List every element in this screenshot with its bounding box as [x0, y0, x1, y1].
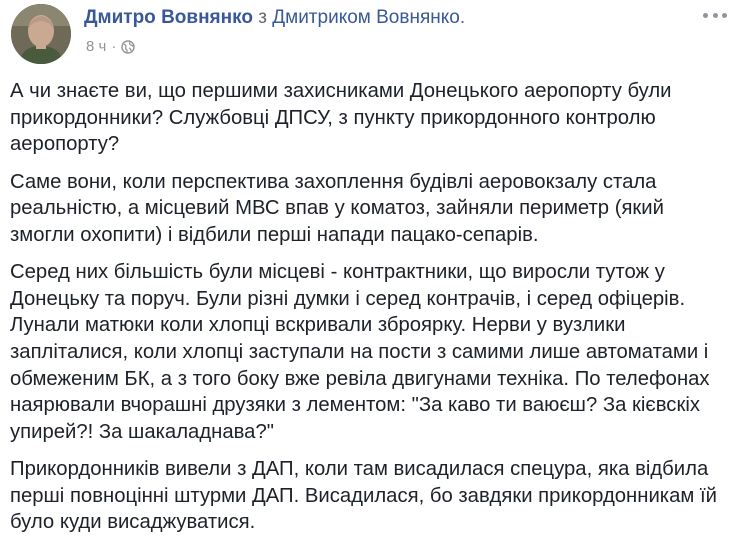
post-meta: 8 ч ·: [86, 37, 136, 57]
header-period: .: [459, 7, 466, 28]
meta-separator: ·: [111, 38, 117, 55]
avatar-photo: [11, 4, 71, 64]
more-options-icon[interactable]: [703, 8, 727, 22]
post-timestamp-link[interactable]: 8 ч: [86, 37, 106, 57]
with-label: з: [258, 7, 267, 28]
post-header: Дмитро Вовнянко з Дмитриком Вовнянко.: [84, 6, 465, 30]
post-body: А чи знаєте ви, що першими захисниками Д…: [10, 78, 728, 547]
post-paragraph: А чи знаєте ви, що першими захисниками Д…: [10, 80, 672, 156]
post-paragraph: Прикордонників вивели з ДАП, коли там ви…: [10, 458, 717, 534]
globe-icon[interactable]: [121, 40, 136, 54]
tagged-user-link[interactable]: Дмитриком Вовнянко: [272, 7, 460, 28]
author-avatar[interactable]: [11, 4, 71, 64]
author-name-link[interactable]: Дмитро Вовнянко: [84, 7, 253, 28]
post-paragraph: Серед них більшість були місцеві - контр…: [10, 261, 710, 443]
post-paragraph: Саме вони, коли перспектива захоплення б…: [10, 170, 664, 246]
facebook-post: Дмитро Вовнянко з Дмитриком Вовнянко. 8 …: [0, 0, 735, 552]
